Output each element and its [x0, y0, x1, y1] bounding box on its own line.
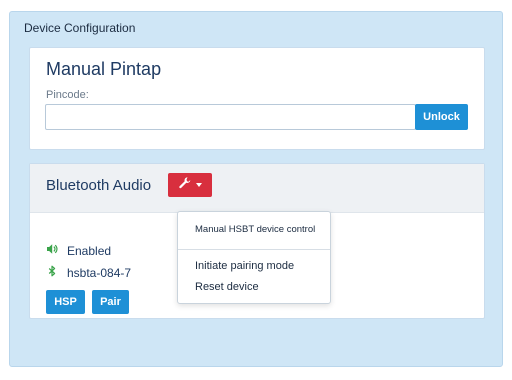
- menu-item-reset-device[interactable]: Reset device: [195, 281, 259, 293]
- bluetooth-status-row: Enabled: [46, 243, 111, 258]
- manual-pintap-title: Manual Pintap: [46, 59, 162, 79]
- volume-icon: [46, 243, 58, 258]
- bluetooth-status-text: Enabled: [67, 243, 112, 258]
- bluetooth-icon: [46, 265, 58, 280]
- chevron-down-icon: [196, 183, 202, 187]
- hsp-button[interactable]: HSP: [46, 290, 85, 314]
- bluetooth-panel-header: Bluetooth Audio: [30, 164, 484, 213]
- pincode-input[interactable]: [45, 104, 416, 130]
- tools-dropdown-button[interactable]: [168, 173, 212, 197]
- menu-divider: [178, 249, 330, 250]
- menu-item-manual-control[interactable]: Manual HSBT device control: [195, 224, 315, 235]
- unlock-button[interactable]: Unlock: [415, 104, 468, 130]
- menu-item-initiate-pairing[interactable]: Initiate pairing mode: [195, 260, 294, 272]
- bluetooth-audio-title: Bluetooth Audio: [46, 177, 152, 194]
- bluetooth-device-name: hsbta-084-7: [67, 265, 132, 280]
- wrench-icon: [178, 176, 192, 195]
- manual-pintap-panel: Manual Pintap Pincode: Unlock: [29, 47, 485, 150]
- device-configuration-container: Device Configuration Manual Pintap Pinco…: [9, 11, 503, 367]
- bluetooth-device-row: hsbta-084-7: [46, 265, 131, 280]
- pair-button[interactable]: Pair: [92, 290, 129, 314]
- pincode-label: Pincode:: [46, 89, 89, 101]
- config-title: Device Configuration: [24, 21, 136, 35]
- tools-dropdown-menu: Manual HSBT device control Initiate pair…: [177, 211, 331, 304]
